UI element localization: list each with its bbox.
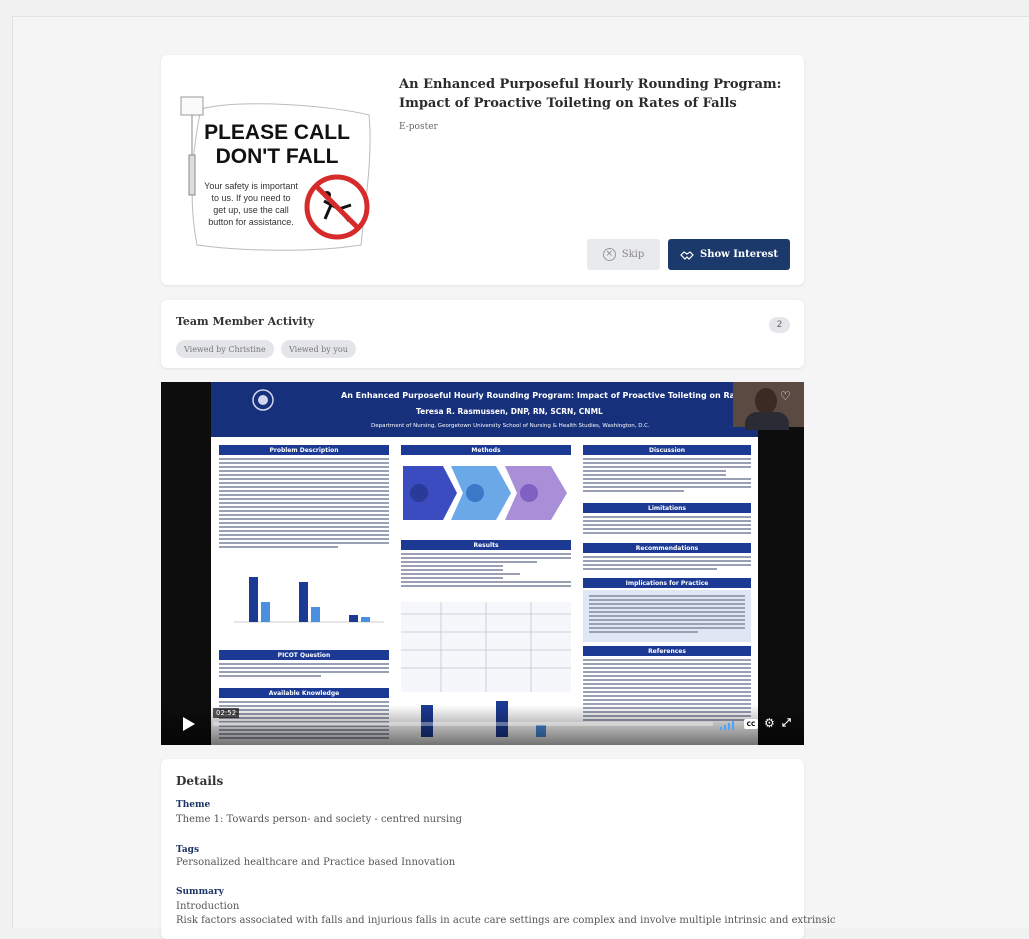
details-title: Details <box>176 774 224 788</box>
call-button-graphic <box>180 96 204 116</box>
poster-title[interactable]: An Enhanced Purposeful Hourly Rounding P… <box>399 75 794 113</box>
poster-implications-box <box>583 590 751 642</box>
poster-results-table <box>401 602 571 692</box>
thumb-body-3: get up, use the call <box>213 205 289 215</box>
poster-text <box>219 458 389 550</box>
team-activity-title: Team Member Activity <box>176 315 315 328</box>
heart-icon[interactable]: ♡ <box>780 389 791 403</box>
poster-section: Discussion <box>583 445 751 455</box>
thumb-headline-2: DON'T FALL <box>216 145 339 168</box>
summary-intro: Introduction <box>176 901 240 912</box>
thumb-body-1: Your safety is important <box>204 181 298 191</box>
presenter-webcam <box>733 382 804 430</box>
team-activity-count: 2 <box>769 317 790 333</box>
thumb-body-2: to us. If you need to <box>211 193 290 203</box>
poster-thumbnail[interactable]: PLEASE CALL DON'T FALL Your safety is im… <box>179 95 375 255</box>
poster-section: Available Knowledge <box>219 688 389 698</box>
team-activity-card: Team Member Activity 2 Viewed by Christi… <box>161 300 804 368</box>
poster-department: Department of Nursing, Georgetown Univer… <box>371 423 650 429</box>
poster-text <box>583 516 751 536</box>
poster-section: Problem Description <box>219 445 389 455</box>
poster-bar-chart <box>234 577 384 623</box>
poster-section: Recommendations <box>583 543 751 553</box>
no-falling-icon <box>304 174 370 240</box>
poster-type: E-poster <box>399 122 438 132</box>
poster-card: PLEASE CALL DON'T FALL Your safety is im… <box>161 55 804 285</box>
fullscreen-icon[interactable]: ⤢ <box>782 716 791 730</box>
video-progress-bar[interactable] <box>213 722 713 726</box>
summary-label: Summary <box>176 887 224 897</box>
poster-text <box>219 663 389 679</box>
poster-section: Methods <box>401 445 571 455</box>
video-timecode: 02:52 <box>213 708 240 718</box>
activity-chip: Viewed by Christine <box>176 340 274 358</box>
tags-label: Tags <box>176 845 200 855</box>
video-poster-frame: An Enhanced Purposeful Hourly Rounding P… <box>211 382 784 745</box>
theme-value: Theme 1: Towards person- and society - c… <box>176 814 463 825</box>
skip-button[interactable]: × Skip <box>587 239 660 270</box>
poster-author: Teresa R. Rasmussen, DNP, RN, SCRN, CNML <box>416 407 603 416</box>
show-interest-label: Show Interest <box>699 249 779 260</box>
university-seal-icon <box>252 389 274 411</box>
thumb-headline-1: PLEASE CALL <box>204 121 350 144</box>
poster-text <box>583 556 751 572</box>
poster-section: Limitations <box>583 503 751 513</box>
captions-button[interactable]: CC <box>744 719 758 729</box>
poster-section: References <box>583 646 751 656</box>
poster-text <box>589 595 745 635</box>
gear-icon[interactable]: ⚙ <box>764 716 775 730</box>
poster-text <box>401 553 571 589</box>
show-interest-button[interactable]: Show Interest <box>668 239 790 270</box>
tags-value: Personalized healthcare and Practice bas… <box>176 857 456 868</box>
volume-icon[interactable] <box>720 720 738 730</box>
summary-text: Risk factors associated with falls and i… <box>176 915 836 926</box>
theme-label: Theme <box>176 800 211 810</box>
thumb-body-4: button for assistance. <box>208 217 294 227</box>
poster-section: Implications for Practice <box>583 578 751 588</box>
activity-chip: Viewed by you <box>281 340 356 358</box>
video-player[interactable]: An Enhanced Purposeful Hourly Rounding P… <box>161 382 804 745</box>
poster-text <box>583 458 751 494</box>
poster-header: An Enhanced Purposeful Hourly Rounding P… <box>211 382 784 437</box>
play-icon[interactable] <box>183 717 195 731</box>
poster-section: Results <box>401 540 571 550</box>
details-card: Details Theme Theme 1: Towards person- a… <box>161 759 836 939</box>
poster-section: PICOT Question <box>219 650 389 660</box>
poster-heading: An Enhanced Purposeful Hourly Rounding P… <box>341 391 785 400</box>
poster-methods-diagram <box>403 466 567 520</box>
skip-label: Skip <box>621 249 645 260</box>
handshake-icon <box>680 250 694 260</box>
close-icon: × <box>602 248 616 261</box>
